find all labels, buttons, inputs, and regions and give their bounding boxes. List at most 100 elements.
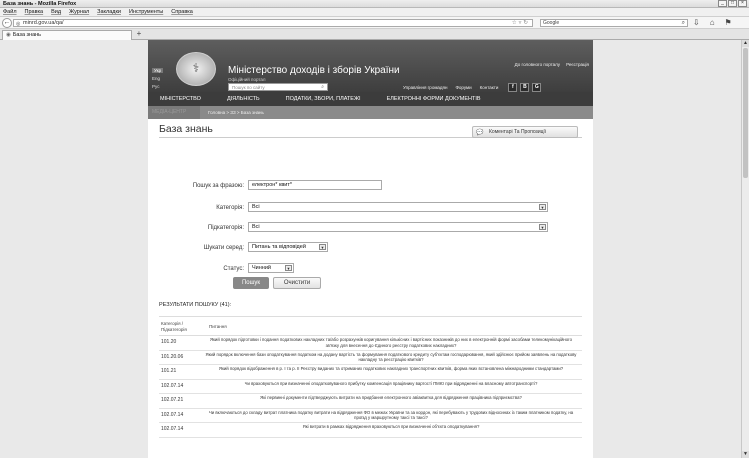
scrollbar-thumb[interactable]	[743, 48, 748, 178]
chevron-down-icon[interactable]: ▼	[285, 265, 292, 271]
minimize-button[interactable]: _	[718, 0, 727, 7]
breadcrumb[interactable]: Головна > ЗЗ > База знань	[208, 106, 264, 119]
table-row[interactable]: 102.07.14 Чи включаються до складу витра…	[159, 409, 582, 423]
row-category-code: 101.21	[161, 368, 177, 374]
address-bar[interactable]: ◎ minrd.gov.ua/qa/ ☆▿↻	[13, 19, 533, 27]
page-viewport: Укр Eng Рус ⚕ Міністерство доходів і збо…	[0, 40, 741, 458]
nav-ministry[interactable]: МІНІСТЕРСТВО	[160, 96, 201, 102]
link-citizens[interactable]: Управління громадян	[403, 85, 447, 90]
phrase-input[interactable]: електрон* квит*	[248, 180, 382, 190]
link-register[interactable]: Реєстрація	[566, 62, 589, 67]
home-icon[interactable]: ⌂	[710, 18, 715, 28]
search-button[interactable]: Пошук	[233, 277, 269, 289]
results-title: РЕЗУЛЬТАТИ ПОШУКУ (41):	[159, 302, 232, 308]
lang-ukr[interactable]: Укр	[152, 68, 164, 73]
site-header: Укр Eng Рус ⚕ Міністерство доходів і збо…	[148, 40, 593, 92]
category-value: Всі	[252, 204, 260, 210]
status-value: Чинний	[252, 265, 271, 271]
menu-bar: Файл Правка Вид Журнал Закладки Инструме…	[0, 8, 749, 17]
link-main-portal[interactable]: До головного порталу	[515, 62, 560, 67]
search-icon[interactable]: ⌕	[321, 84, 324, 91]
search-in-select[interactable]: Питань та відповідей ▼	[248, 242, 328, 252]
tab-label: База знань	[12, 32, 42, 38]
link-forums[interactable]: Форуми	[455, 85, 471, 90]
address-bar-icons[interactable]: ☆▿↻	[512, 20, 530, 27]
tab-knowledge-base[interactable]: ◉ База знань	[2, 30, 132, 40]
lang-rus[interactable]: Рус	[152, 84, 163, 89]
facebook-icon[interactable]: f	[508, 83, 518, 92]
comments-button[interactable]: 💬 Коментарі Та Пропозиції	[472, 126, 578, 138]
bookmark-icon[interactable]: ⚑	[725, 18, 732, 28]
table-row[interactable]: 101.20.06 Який порядок включення бази оп…	[159, 351, 582, 365]
nav-taxes[interactable]: ПОДАТКИ, ЗБОРИ, ПЛАТЕЖІ	[286, 96, 361, 102]
language-switcher: Укр Eng Рус	[152, 68, 164, 89]
row-category-code: 102.07.14	[161, 426, 184, 432]
row-category-code: 102.07.14	[161, 411, 184, 418]
table-row[interactable]: 101.21 Який порядок відображення в р. І …	[159, 365, 582, 380]
site-search-placeholder: Пошук по сайту	[232, 85, 265, 90]
caduceus-icon: ⚕	[192, 61, 200, 75]
back-arrow-icon[interactable]: ←	[2, 18, 12, 28]
comments-button-label: Коментарі Та Пропозиції	[489, 129, 547, 135]
browser-search-box[interactable]: Google ⌕	[540, 19, 688, 27]
header-top-links: До головного порталу Реєстрація	[515, 62, 589, 67]
menu-view[interactable]: Вид	[51, 9, 61, 15]
section-label[interactable]: МЕДІА-ЦЕНТР	[148, 106, 200, 119]
vertical-scrollbar[interactable]: ▲ ▼	[741, 40, 749, 458]
row-question-link[interactable]: Який порядок включення бази оподаткуванн…	[205, 352, 577, 364]
chevron-down-icon[interactable]: ▼	[319, 244, 326, 250]
chevron-down-icon[interactable]: ▼	[539, 204, 546, 210]
search-engine-label: Google	[543, 20, 560, 26]
status-label: Статус:	[223, 266, 244, 272]
scroll-down-arrow-icon[interactable]: ▼	[742, 451, 749, 458]
chevron-down-icon[interactable]: ▼	[539, 224, 546, 230]
breadcrumb-bar: МЕДІА-ЦЕНТР Головна > ЗЗ > База знань	[148, 106, 593, 119]
main-navigation: МІНІСТЕРСТВО ДІЯЛЬНІСТЬ ПОДАТКИ, ЗБОРИ, …	[148, 92, 593, 106]
table-row[interactable]: 102.07.14 Чи враховуються при визначенні…	[159, 380, 582, 394]
window-controls: _ □ ×	[718, 0, 747, 7]
search-in-label: Шукати серед:	[203, 245, 244, 251]
maximize-button[interactable]: □	[728, 0, 737, 7]
address-url: minrd.gov.ua/qa/	[23, 20, 64, 26]
table-row[interactable]: 102.07.21 Які первинні документи підтвер…	[159, 394, 582, 409]
site-subtitle: Офіційний портал	[228, 77, 266, 82]
nav-e-forms[interactable]: ЕЛЕКТРОННІ ФОРМИ ДОКУМЕНТІВ	[387, 96, 481, 102]
subcategory-select[interactable]: Всі ▼	[248, 222, 548, 232]
globe-icon: ◎	[16, 21, 21, 27]
link-contacts[interactable]: Контакти	[480, 85, 499, 90]
row-category-code: 102.07.21	[161, 397, 184, 403]
window-title: База знань - Mozilla Firefox	[3, 1, 77, 7]
clear-button[interactable]: Очистити	[273, 277, 321, 289]
category-label: Категорія:	[216, 205, 244, 211]
nav-activity[interactable]: ДІЯЛЬНІСТЬ	[227, 96, 260, 102]
category-select[interactable]: Всі ▼	[248, 202, 548, 212]
menu-history[interactable]: Журнал	[69, 9, 89, 15]
menu-tools[interactable]: Инструменты	[129, 9, 163, 15]
menu-edit[interactable]: Правка	[25, 9, 44, 15]
lang-eng[interactable]: Eng	[152, 76, 163, 81]
site-search-input[interactable]: Пошук по сайту ⌕	[228, 83, 328, 91]
scroll-up-arrow-icon[interactable]: ▲	[742, 40, 749, 47]
close-window-button[interactable]: ×	[738, 0, 747, 7]
row-question-link[interactable]: Чи включаються до складу витрат платника…	[205, 410, 577, 422]
vkontakte-icon[interactable]: B	[520, 83, 530, 92]
table-row[interactable]: 101.20 Який порядок підготовки і подання…	[159, 336, 582, 351]
row-question-link[interactable]: Які витрати в рамках відрядження врахову…	[205, 424, 577, 436]
menu-bookmarks[interactable]: Закладки	[97, 9, 121, 15]
download-icon[interactable]: ⇩	[693, 18, 700, 28]
row-question-link[interactable]: Які первинні документи підтверджують вит…	[205, 395, 577, 407]
results-table-header: Категорія / Підкатегорія Питання	[159, 316, 582, 336]
row-question-link[interactable]: Чи враховуються при визначенні оподатков…	[205, 381, 577, 393]
site-title[interactable]: Міністерство доходів і зборів України	[228, 65, 400, 76]
table-row[interactable]: 102.07.14 Які витрати в рамках відряджен…	[159, 423, 582, 438]
search-icon[interactable]: ⌕	[682, 20, 685, 27]
menu-help[interactable]: Справка	[171, 9, 193, 15]
status-select[interactable]: Чинний ▼	[248, 263, 294, 273]
google-plus-icon[interactable]: G	[532, 83, 542, 92]
row-question-link[interactable]: Який порядок відображення в р. І та р. І…	[205, 366, 577, 378]
row-category-code: 102.07.14	[161, 382, 184, 389]
new-tab-button[interactable]: +	[134, 30, 144, 39]
site-container: Укр Eng Рус ⚕ Міністерство доходів і збо…	[148, 40, 593, 458]
row-question-link[interactable]: Який порядок підготовки і подання податк…	[205, 337, 577, 349]
menu-file[interactable]: Файл	[3, 9, 17, 15]
